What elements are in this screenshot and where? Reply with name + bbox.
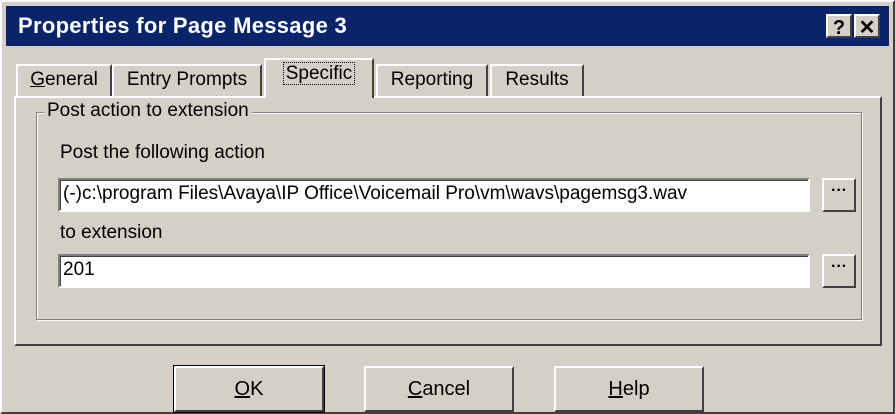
tab-results-label: Results (505, 69, 569, 90)
help-button[interactable]: Help (554, 366, 704, 412)
specific-tab-panel: Post action to extension Post the follow… (14, 96, 882, 346)
help-icon[interactable]: ? (826, 14, 852, 39)
help-label: elp (622, 378, 650, 400)
window-title: Properties for Page Message 3 (18, 13, 348, 38)
cancel-mnemonic: C (407, 378, 423, 400)
tab-general-mnemonic: G (30, 69, 45, 90)
properties-dialog: Properties for Page Message 3 ? ✕ Genera… (0, 0, 895, 414)
ok-mnemonic: O (234, 378, 251, 400)
close-icon[interactable]: ✕ (854, 14, 880, 39)
tab-general-text: eneral (44, 69, 98, 90)
tab-reporting-label: Reporting (390, 69, 474, 90)
tab-specific[interactable]: Specific (264, 58, 374, 98)
ok-label: K (250, 378, 264, 400)
cancel-label: ancel (422, 378, 471, 400)
ok-button[interactable]: OK (173, 365, 325, 413)
extension-label: to extension (60, 222, 163, 243)
action-browse-button[interactable]: ··· (822, 178, 856, 212)
tab-general-label: General (30, 69, 98, 90)
group-title: Post action to extension (44, 100, 252, 122)
extension-browse-button[interactable]: ··· (822, 254, 856, 288)
extension-field[interactable]: 201 (58, 254, 810, 288)
title-bar[interactable]: Properties for Page Message 3 ? ✕ (6, 6, 889, 46)
action-field[interactable]: (-)c:\program Files\Avaya\IP Office\Voic… (58, 178, 810, 212)
tab-specific-label: Specific (282, 62, 356, 85)
tab-entry-prompts-label: Entry Prompts (126, 69, 248, 90)
tab-reporting[interactable]: Reporting (376, 64, 488, 96)
cancel-button[interactable]: Cancel (364, 366, 514, 412)
help-mnemonic: H (608, 378, 623, 400)
action-label: Post the following action (60, 142, 265, 163)
tab-results[interactable]: Results (490, 64, 584, 96)
tab-general[interactable]: General (16, 64, 112, 96)
tab-entry-prompts[interactable]: Entry Prompts (112, 64, 262, 96)
